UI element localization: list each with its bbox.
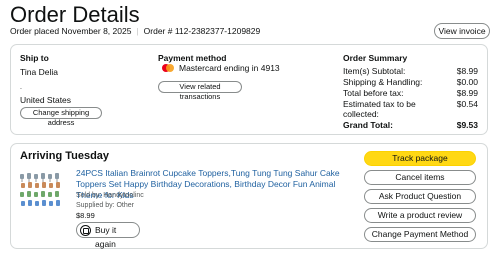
payment-method-heading: Payment method: [158, 53, 227, 63]
summary-value: $8.99: [456, 88, 478, 98]
reorder-icon: [80, 225, 91, 236]
summary-value: $8.99: [456, 66, 478, 76]
write-product-review-button[interactable]: Write a product review: [364, 208, 476, 223]
payment-card-text: Mastercard ending in 4913: [179, 63, 280, 73]
order-meta: Order placed November 8, 2025 | Order # 11…: [10, 26, 260, 36]
change-shipping-address-button[interactable]: Change shipping address: [20, 107, 102, 127]
buy-it-again-label: Buy it again: [95, 225, 117, 249]
ask-product-question-button[interactable]: Ask Product Question: [364, 189, 476, 204]
supplied-by: Supplied by: Other: [76, 202, 134, 209]
item-price: $8.99: [76, 211, 95, 220]
summary-label: Shipping & Handling:: [343, 77, 423, 87]
ship-to-country: United States: [20, 95, 72, 105]
summary-value: $0.54: [456, 99, 478, 109]
summary-label: Estimated tax to be collected:: [343, 99, 416, 119]
delivery-status: Arriving Tuesday: [20, 150, 110, 162]
order-number: Order # 112-2382377-1209829: [143, 26, 261, 36]
page-title: Order Details: [10, 2, 140, 27]
product-image-icon: [20, 173, 60, 206]
grand-total-label: Grand Total:: [343, 120, 393, 130]
order-summary-heading: Order Summary: [343, 53, 408, 63]
summary-label: Item(s) Subtotal:: [343, 66, 406, 76]
ship-to-name: Tina Delia: [20, 67, 58, 77]
mastercard-icon: [162, 64, 174, 72]
product-thumbnail[interactable]: [18, 170, 66, 210]
view-invoice-button[interactable]: View invoice: [434, 23, 490, 39]
buy-it-again-button[interactable]: Buy it again: [76, 222, 140, 249]
sold-by: Sold by: Handytoolinc: [76, 192, 144, 199]
change-payment-method-button[interactable]: Change Payment Method: [364, 227, 476, 242]
view-related-transactions-button[interactable]: View related transactions: [158, 81, 242, 101]
summary-value: $0.00: [456, 77, 478, 87]
ship-to-heading: Ship to: [20, 53, 49, 63]
grand-total-value: $9.53: [456, 120, 478, 130]
cancel-items-button[interactable]: Cancel items: [364, 170, 476, 185]
track-package-button[interactable]: Track package: [364, 151, 476, 166]
summary-label: Total before tax:: [343, 88, 404, 98]
ship-to-address-line: .: [20, 84, 22, 91]
order-placed-date: Order placed November 8, 2025: [10, 26, 132, 36]
meta-divider: |: [136, 26, 139, 36]
